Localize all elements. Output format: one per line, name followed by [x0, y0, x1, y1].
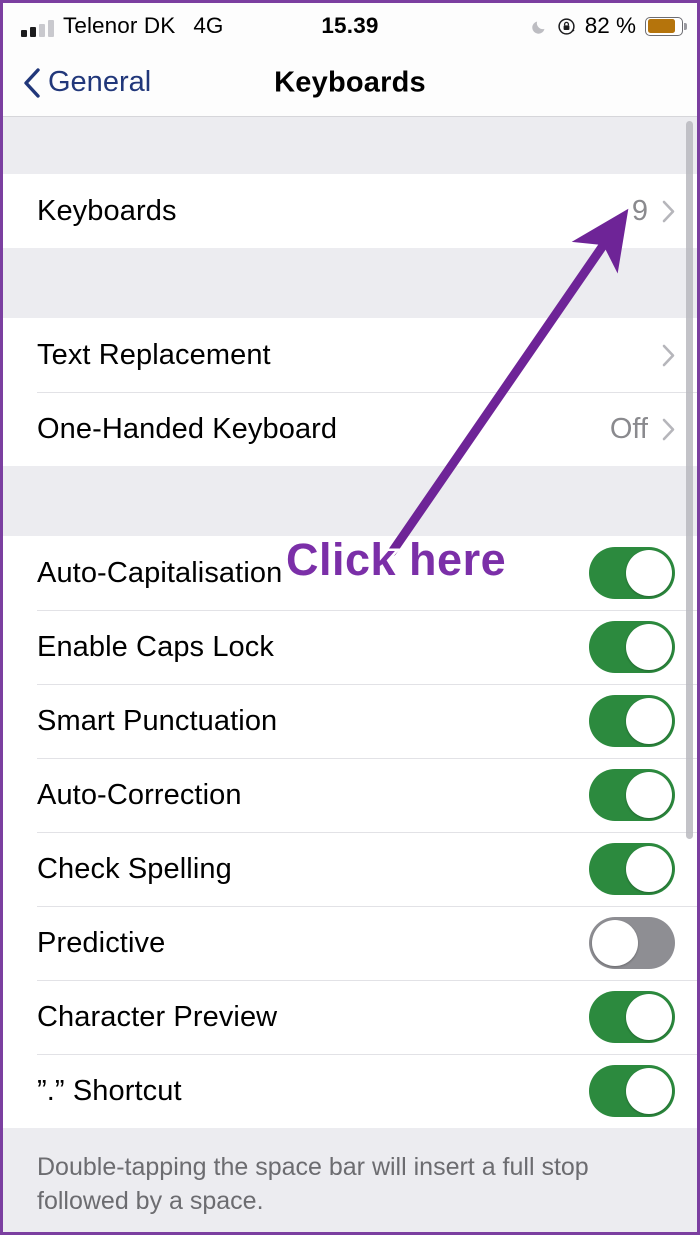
row-label: Smart Punctuation: [37, 704, 278, 737]
row-auto-correction[interactable]: Auto-Correction: [3, 758, 697, 832]
row-label: Character Preview: [37, 1000, 278, 1033]
vertical-scrollbar[interactable]: [686, 121, 693, 839]
row-label: Auto-Correction: [37, 778, 242, 811]
navigation-bar: General Keyboards: [3, 49, 697, 117]
row-label: Enable Caps Lock: [37, 630, 274, 663]
section-gap: [3, 248, 697, 318]
chevron-right-icon: [662, 200, 675, 223]
battery-percent-label: 82 %: [584, 12, 636, 38]
toggle-predictive[interactable]: [589, 917, 675, 969]
row-label: Auto-Capitalisation: [37, 556, 283, 589]
section-footer-note: Double-tapping the space bar will insert…: [3, 1128, 697, 1232]
phone-screen: Telenor DK 4G 15.39 82 % General Keyboar…: [0, 0, 700, 1235]
toggle-period-shortcut[interactable]: [589, 1065, 675, 1117]
row-accessory: [589, 769, 675, 821]
section-keyboards: Keyboards 9: [3, 174, 697, 248]
row-smart-punctuation[interactable]: Smart Punctuation: [3, 684, 697, 758]
chevron-right-icon: [662, 418, 675, 441]
settings-list[interactable]: Keyboards 9 Text Replacement One-Handed …: [3, 117, 697, 1232]
row-accessory: 9: [631, 194, 675, 227]
row-enable-caps-lock[interactable]: Enable Caps Lock: [3, 610, 697, 684]
row-period-shortcut[interactable]: ”.” Shortcut: [3, 1054, 697, 1128]
row-accessory: [589, 843, 675, 895]
row-value: 9: [631, 194, 648, 227]
annotation-click-here-label: Click here: [283, 534, 508, 585]
row-label: ”.” Shortcut: [37, 1074, 182, 1107]
row-accessory: [589, 695, 675, 747]
row-label: One-Handed Keyboard: [37, 412, 338, 445]
section-text-options: Text Replacement One-Handed Keyboard Off: [3, 318, 697, 466]
toggle-character-preview[interactable]: [589, 991, 675, 1043]
row-accessory: [589, 1065, 675, 1117]
row-label: Check Spelling: [37, 852, 232, 885]
moon-dnd-icon: [531, 18, 548, 35]
row-label: Predictive: [37, 926, 166, 959]
rotation-lock-icon: [557, 17, 576, 36]
row-value: Off: [609, 412, 648, 445]
row-accessory: [589, 621, 675, 673]
row-check-spelling[interactable]: Check Spelling: [3, 832, 697, 906]
row-accessory: [589, 991, 675, 1043]
row-accessory: [589, 917, 675, 969]
section-gap: [3, 466, 697, 536]
row-character-preview[interactable]: Character Preview: [3, 980, 697, 1054]
page-title: Keyboards: [274, 66, 426, 98]
row-label: Keyboards: [37, 194, 177, 227]
row-accessory: [589, 547, 675, 599]
row-one-handed-keyboard[interactable]: One-Handed Keyboard Off: [3, 392, 697, 466]
toggle-check-spelling[interactable]: [589, 843, 675, 895]
battery-icon: [645, 16, 687, 36]
row-keyboards[interactable]: Keyboards 9: [3, 174, 697, 248]
chevron-right-icon: [662, 344, 675, 367]
row-accessory: Off: [609, 412, 675, 445]
toggle-enable-caps-lock[interactable]: [589, 621, 675, 673]
toggle-auto-correction[interactable]: [589, 769, 675, 821]
section-gap: [3, 117, 697, 174]
section-typing-toggles: Auto-Capitalisation Enable Caps Lock Sma…: [3, 536, 697, 1128]
status-bar: Telenor DK 4G 15.39 82 %: [3, 3, 697, 49]
row-text-replacement[interactable]: Text Replacement: [3, 318, 697, 392]
row-label: Text Replacement: [37, 338, 271, 371]
toggle-auto-capitalisation[interactable]: [589, 547, 675, 599]
status-bar-right: 82 %: [531, 12, 687, 38]
row-predictive[interactable]: Predictive: [3, 906, 697, 980]
toggle-smart-punctuation[interactable]: [589, 695, 675, 747]
row-accessory: [648, 344, 675, 367]
